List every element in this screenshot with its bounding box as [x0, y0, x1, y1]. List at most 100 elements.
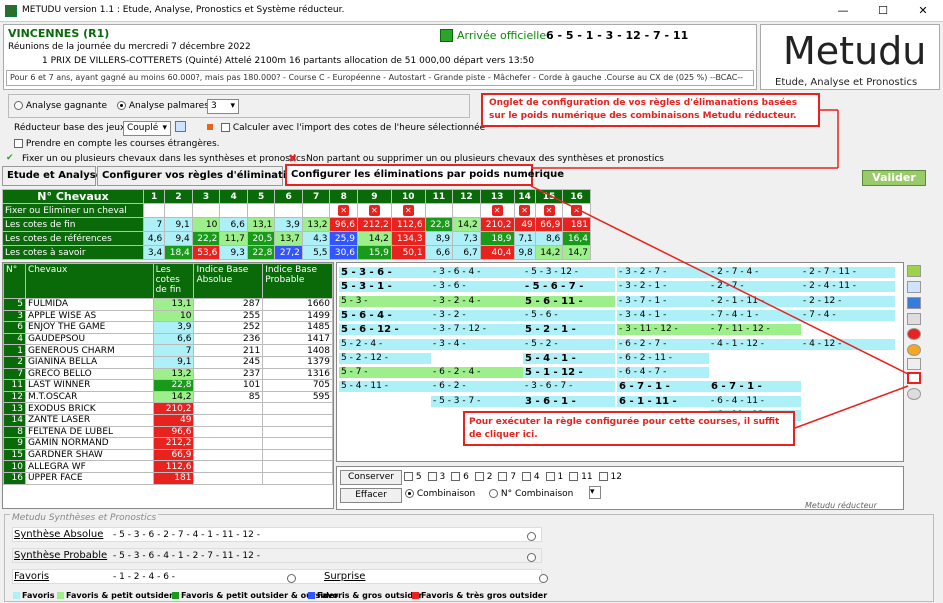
combination-cell[interactable]	[801, 324, 895, 335]
horse-check[interactable]: 5	[404, 472, 422, 482]
combination-cell[interactable]: - 3 - 2 - 7 -	[617, 267, 709, 278]
horse-row[interactable]: 13 EXODUS BRICK 210,2	[3, 402, 333, 415]
combination-cell[interactable]: 6 - 1 - 11 -	[617, 395, 709, 407]
fix-cell[interactable]: ✕	[329, 203, 358, 218]
horse-check[interactable]: 6	[451, 472, 469, 482]
radio-icon[interactable]	[539, 573, 549, 583]
combination-cell[interactable]	[431, 353, 523, 364]
tab-etude[interactable]: Etude et Analyse	[2, 166, 102, 186]
combination-cell[interactable]: - 6 - 2 - 4 -	[431, 367, 523, 379]
close-button[interactable]: ✕	[903, 0, 943, 22]
favoris-label[interactable]: Favoris	[14, 571, 49, 582]
combination-cell[interactable]: - 6 - 4 - 7 -	[617, 367, 709, 379]
combination-cell[interactable]: - 5 - 2 -	[523, 338, 615, 350]
combination-cell[interactable]: 5 - 6 - 11 -	[523, 295, 615, 307]
combination-cell[interactable]: - 3 - 2 - 1 -	[617, 281, 709, 293]
combination-cell[interactable]: - 3 - 7 - 12 -	[431, 324, 523, 336]
combination-cell[interactable]: 5 - 4 - 1 -	[523, 352, 615, 364]
reducteur-select[interactable]: Couplé ▾	[123, 121, 171, 136]
combination-cell[interactable]: - 6 - 4 - 11 -	[709, 395, 801, 407]
horse-row[interactable]: 11 LAST WINNER 22,8 101 705	[3, 379, 333, 392]
fix-cell[interactable]	[452, 203, 481, 218]
analyse-palmares-option[interactable]: Analyse palmares	[117, 101, 209, 111]
horse-row[interactable]: 9 GAMIN NORMAND 212,2	[3, 437, 333, 450]
green-square-icon[interactable]	[907, 265, 921, 277]
minimize-button[interactable]: —	[823, 0, 863, 22]
combination-cell[interactable]: - 4 - 12 -	[801, 338, 895, 350]
fix-cell[interactable]	[191, 203, 221, 218]
combination-cell[interactable]: - 3 - 2 -	[431, 309, 523, 321]
combination-cell[interactable]: - 5 - 6 - 7 -	[523, 281, 615, 293]
combinaison-option[interactable]: Combinaison	[405, 489, 475, 499]
combination-cell[interactable]: - 4 - 1 - 12 -	[709, 338, 801, 350]
combination-cell[interactable]: 5 - 3 - 6 -	[339, 267, 431, 278]
fix-cell[interactable]	[424, 203, 454, 218]
combination-cell[interactable]: - 6 - 2 - 11 -	[617, 352, 709, 364]
fix-cell[interactable]: ✕	[562, 203, 591, 218]
horse-row[interactable]: 15 GARDNER SHAW 66,9	[3, 448, 333, 462]
combination-cell[interactable]: 6 - 7 - 1 -	[709, 381, 801, 393]
refresh-icon[interactable]	[175, 121, 186, 132]
horse-row[interactable]: 5 FULMIDA 13,1 287 1660	[3, 298, 333, 311]
combination-cell[interactable]: - 2 - 1 - 11 -	[709, 295, 801, 307]
fix-cell[interactable]	[246, 203, 276, 218]
run-rule-icon[interactable]	[907, 372, 921, 384]
combination-cell[interactable]: - 2 - 7 -	[709, 281, 801, 293]
palmares-select[interactable]: 3 ▾	[207, 99, 239, 114]
prendre-checkbox[interactable]: Prendre en compte les courses étrangères…	[14, 139, 220, 149]
radio-icon[interactable]	[287, 573, 296, 583]
horse-row[interactable]: 8 FELTENA DE LUBEL 96,6	[3, 425, 333, 439]
combination-cell[interactable]: 5 - 2 - 1 -	[523, 324, 615, 336]
combination-cell[interactable]: 5 - 3 - 1 -	[339, 281, 431, 293]
combination-cell[interactable]: 5 - 2 - 12 -	[339, 352, 431, 364]
combination-cell[interactable]: 5 - 1 - 12 -	[523, 367, 615, 379]
combinaison-select[interactable]: ▾	[589, 486, 601, 499]
horse-check[interactable]: 12	[598, 472, 622, 482]
combination-cell[interactable]: - 2 - 7 - 4 -	[709, 267, 801, 278]
synthese-absolue-label[interactable]: Synthèse Absolue	[14, 529, 103, 540]
horse-row[interactable]: 16 UPPER FACE 181	[3, 471, 333, 485]
horse-check[interactable]: 11	[569, 472, 593, 482]
effacer-button[interactable]: Effacer	[340, 488, 402, 503]
fix-cell[interactable]	[301, 203, 331, 218]
analyse-gagnante-option[interactable]: Analyse gagnante	[14, 101, 107, 111]
window-icon[interactable]	[907, 281, 921, 293]
num-combinaison-option[interactable]: N° Combinaison	[489, 489, 573, 499]
combination-cell[interactable]: - 3 - 7 - 1 -	[617, 295, 709, 307]
fix-cell[interactable]	[219, 203, 248, 218]
tab-regles[interactable]: Configurer vos règles d'éliminations	[97, 166, 306, 186]
horse-row[interactable]: 6 ENJOY THE GAME 3,9 252 1485	[3, 321, 333, 334]
synthese-probable-label[interactable]: Synthèse Probable	[14, 550, 107, 561]
radio-icon[interactable]	[527, 531, 536, 541]
fix-cell[interactable]	[142, 203, 166, 218]
combination-cell[interactable]: 6 - 7 - 1 -	[617, 381, 709, 393]
chart-icon[interactable]	[907, 344, 921, 356]
combination-cell[interactable]: 5 - 7 -	[339, 367, 431, 379]
tab-poids-numerique[interactable]: Configurer les éliminations par poids nu…	[285, 164, 564, 186]
horse-row[interactable]: 12 M.T.OSCAR 14,2 85 595	[3, 390, 333, 404]
surprise-label[interactable]: Surprise	[324, 571, 365, 582]
combination-cell[interactable]: - 6 - 2 - 7 -	[617, 338, 709, 350]
combination-cell[interactable]: - 3 - 6 - 7 -	[523, 381, 615, 393]
stop-icon[interactable]	[907, 328, 921, 340]
combination-cell[interactable]: 5 - 6 - 12 -	[339, 324, 431, 336]
combination-cell[interactable]: - 3 - 6 -	[431, 281, 523, 293]
combination-cell[interactable]: - 2 - 12 -	[801, 295, 895, 307]
combination-cell[interactable]: 5 - 3 -	[339, 295, 431, 307]
maximize-button[interactable]: ☐	[863, 0, 903, 22]
combination-cell[interactable]: 5 - 4 - 11 -	[339, 381, 431, 393]
horse-row[interactable]: 4 GAUDEPSOU 6,6 236 1417	[3, 332, 333, 346]
fix-cell[interactable]: ✕	[356, 203, 392, 218]
combination-cell[interactable]: - 7 - 11 - 12 -	[709, 324, 801, 336]
horse-check[interactable]: 1	[545, 472, 563, 482]
horse-row[interactable]: 2 GIANINA BELLA 9,1 245 1379	[3, 355, 333, 369]
combination-cell[interactable]: 3 - 6 - 1 -	[523, 395, 615, 407]
search-icon[interactable]	[907, 358, 921, 370]
fix-cell[interactable]: ✕	[479, 203, 515, 218]
combination-cell[interactable]: - 2 - 7 - 11 -	[801, 267, 895, 278]
fix-cell[interactable]	[274, 203, 303, 218]
combination-cell[interactable]: - 3 - 11 - 12 -	[617, 324, 709, 336]
horse-row[interactable]: 14 ZANTE LASER 49	[3, 413, 333, 427]
combination-cell[interactable]: - 3 - 4 -	[431, 338, 523, 350]
print-icon[interactable]	[907, 313, 921, 325]
